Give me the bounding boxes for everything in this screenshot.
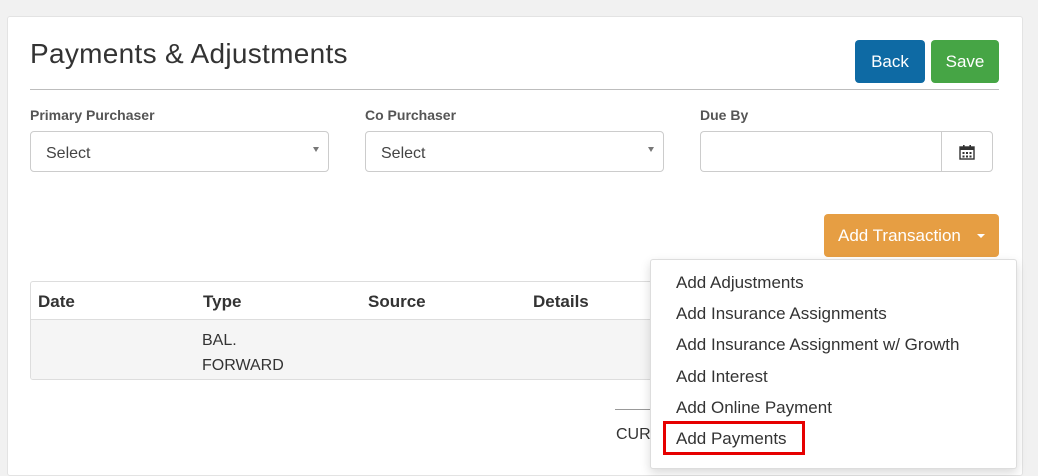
add-transaction-label: Add Transaction	[838, 225, 961, 245]
menu-item-add-insurance-assignments[interactable]: Add Insurance Assignments	[676, 304, 887, 324]
table-row[interactable]: BAL. FORWARD	[31, 320, 669, 379]
column-header-source[interactable]: Source	[368, 292, 426, 312]
chevron-down-icon	[648, 147, 654, 152]
page-title: Payments & Adjustments	[30, 38, 348, 69]
primary-purchaser-value: Select	[46, 145, 91, 162]
add-transaction-button[interactable]: Add Transaction	[824, 214, 999, 257]
co-purchaser-label: Co Purchaser	[365, 107, 457, 123]
back-button[interactable]: Back	[855, 40, 925, 83]
menu-item-add-adjustments[interactable]: Add Adjustments	[676, 273, 804, 293]
primary-purchaser-select[interactable]: Select	[30, 131, 329, 172]
menu-item-add-insurance-assignment-growth[interactable]: Add Insurance Assignment w/ Growth	[676, 335, 959, 355]
add-transaction-menu: Add Adjustments Add Insurance Assignment…	[650, 259, 1017, 469]
cell-type: BAL. FORWARD	[202, 332, 284, 374]
co-purchaser-value: Select	[381, 145, 426, 162]
menu-item-add-payments[interactable]: Add Payments	[676, 429, 787, 449]
menu-item-add-online-payment[interactable]: Add Online Payment	[676, 398, 832, 418]
transactions-table: Date Type Source Details BAL. FORWARD	[30, 281, 670, 380]
title-divider	[30, 89, 999, 90]
menu-item-add-interest[interactable]: Add Interest	[676, 367, 768, 387]
co-purchaser-select[interactable]: Select	[365, 131, 664, 172]
caret-down-icon	[977, 234, 985, 238]
save-button[interactable]: Save	[931, 40, 999, 83]
column-header-details[interactable]: Details	[533, 292, 589, 312]
calendar-icon	[959, 144, 975, 160]
column-header-type[interactable]: Type	[203, 292, 241, 312]
chevron-down-icon	[313, 147, 319, 152]
primary-purchaser-label: Primary Purchaser	[30, 107, 155, 123]
table-header: Date Type Source Details	[31, 282, 669, 320]
current-balance-label: CUR	[616, 426, 651, 443]
calendar-button[interactable]	[941, 131, 993, 172]
totals-divider	[615, 409, 655, 410]
column-header-date[interactable]: Date	[38, 292, 75, 312]
due-by-input[interactable]	[700, 131, 942, 172]
due-by-label: Due By	[700, 107, 749, 123]
